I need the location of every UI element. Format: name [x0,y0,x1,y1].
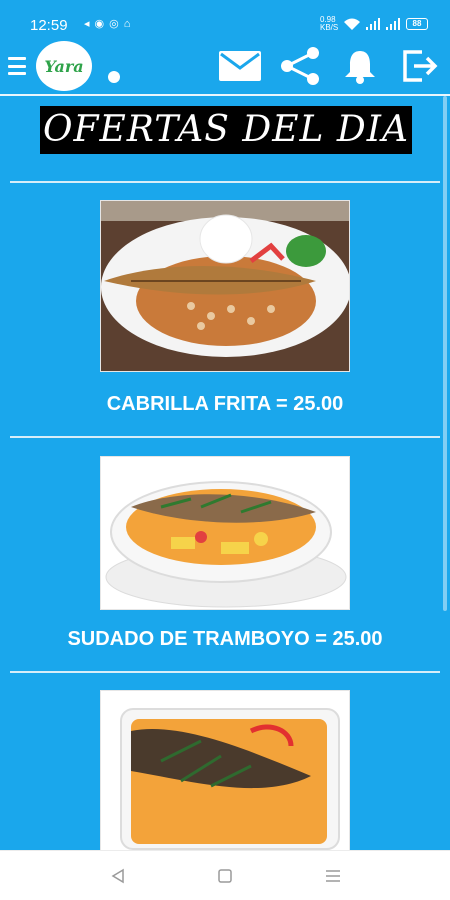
battery-icon: 88 [406,18,428,30]
circle-icon: ◉ [94,18,110,30]
dish-image-tramboyo[interactable] [100,456,350,610]
offer-caption: SUDADO DE TRAMBOYO = 25.00 [67,628,383,650]
offer-caption: CABRILLA FRITA = 25.00 [106,393,344,415]
page-title: OFERTAS DEL DIA [40,106,412,154]
messenger-icon: ⌂ [123,18,136,30]
recents-icon[interactable] [321,865,345,887]
share-icon[interactable] [278,44,322,88]
mail-icon[interactable] [218,44,262,88]
status-time: 12:59 [30,17,68,34]
system-nav-bar [0,850,450,900]
logout-icon[interactable] [398,44,442,88]
status-dot [108,71,120,83]
divider [10,436,440,438]
app-bar: Yara [0,36,450,94]
status-right: 0.98 KB/S 88 [320,16,428,32]
offers-list[interactable]: OFERTAS DEL DIA CABRILLA FRITA = 25.00 S… [0,96,450,850]
scrollbar[interactable] [443,96,447,611]
back-icon[interactable] [106,865,130,887]
divider [10,671,440,673]
status-bar: 12:59 ◂◉◎⌂ 0.98 KB/S 88 [0,0,450,36]
instagram-icon: ◎ [109,18,124,30]
app-logo[interactable]: Yara [36,41,92,91]
menu-icon[interactable] [8,56,26,76]
logo-text: Yara [44,56,84,76]
notification-icon: ◂ [84,18,95,30]
wifi-icon [344,18,360,30]
bell-icon[interactable] [338,44,382,88]
dish-image-cabrilla[interactable] [100,200,350,372]
divider [10,181,440,183]
data-speed-icon: 0.98 KB/S [320,15,339,32]
dish-image-third[interactable] [100,690,350,850]
signal-icon [386,18,400,30]
home-icon[interactable] [213,865,237,887]
signal-icon [366,18,380,30]
status-notification-icons: ◂◉◎⌂ [84,17,135,30]
